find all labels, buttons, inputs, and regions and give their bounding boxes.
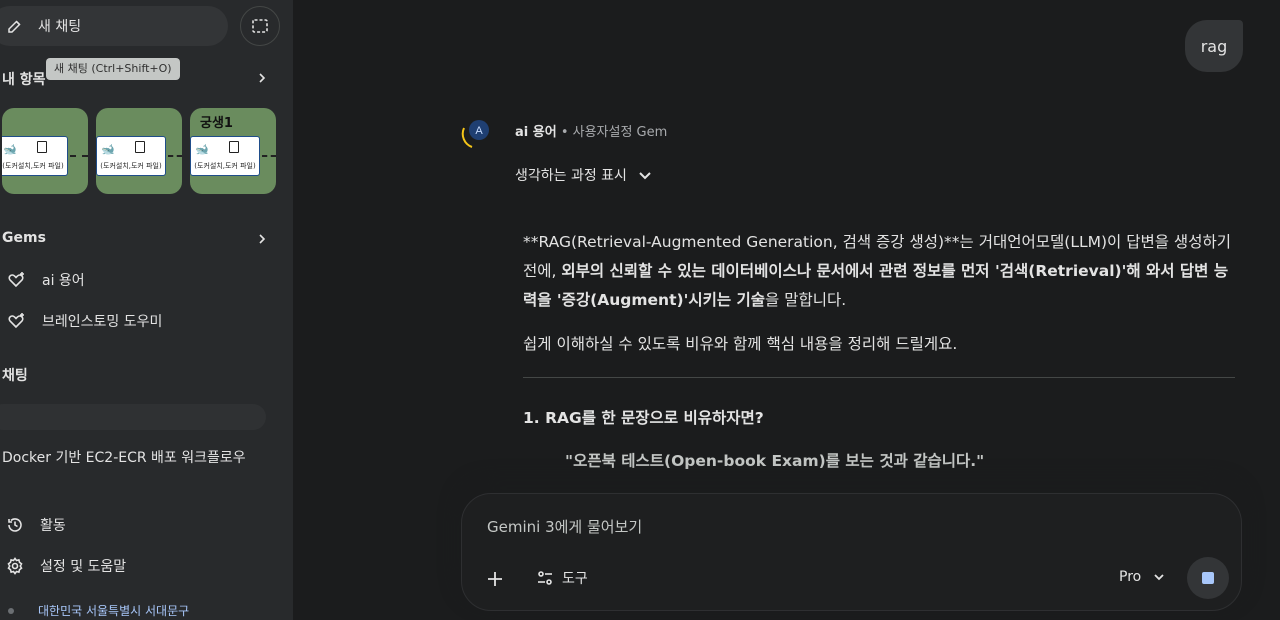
sidebar: 새 채팅 새 채팅 (Ctrl+Shift+O) 내 항목 🐋 (도커설치,도커… xyxy=(0,0,293,620)
document-icon xyxy=(37,141,47,153)
divider xyxy=(523,377,1235,378)
chevron-down-icon xyxy=(639,172,651,180)
my-item-thumbnail-1[interactable]: 🐋 (도커설치,도커 파일) xyxy=(2,108,88,194)
model-selector[interactable]: Pro xyxy=(1119,569,1165,585)
my-item-thumbnail-3[interactable]: 궁생1 🐋 (도커설치,도커 파일) xyxy=(190,108,276,194)
prompt-input-box[interactable]: Gemini 3에게 물어보기 도구 Pro xyxy=(461,493,1242,611)
stop-icon xyxy=(1202,572,1214,584)
card-text: (도커설치,도커 파일) xyxy=(194,162,256,170)
docker-whale-icon: 🐋 xyxy=(195,143,209,156)
edit-icon xyxy=(8,20,21,33)
new-chat-label: 새 채팅 xyxy=(38,19,82,35)
gem-item-ai-terms[interactable]: ai 용어 xyxy=(6,268,85,292)
user-message-bubble: rag xyxy=(1185,20,1243,72)
response-paragraph-2: 쉽게 이해하실 수 있도록 비유와 함께 핵심 내용을 정리해 드릴게요. xyxy=(523,335,958,353)
response-paragraph-1: **RAG(Retrieval-Augmented Generation, 검색… xyxy=(523,228,1238,315)
chevron-down-icon xyxy=(1154,574,1164,581)
temporary-chat-button[interactable] xyxy=(240,6,280,46)
location-text: 대한민국 서울특별시 서대문구 xyxy=(38,604,190,618)
diagram-card: 🐋 (도커설치,도커 파일) xyxy=(2,136,68,176)
chat-item[interactable]: Docker 기반 EC2-ECR 배포 워크플로우 xyxy=(2,447,246,467)
tools-label: 도구 xyxy=(562,571,588,587)
card-text: (도커설치,도커 파일) xyxy=(100,162,162,170)
dashed-square-icon xyxy=(252,19,268,33)
response-heading: 1. RAG를 한 문장으로 비유하자면? xyxy=(523,409,764,427)
show-thinking-toggle[interactable]: 생각하는 과정 표시 xyxy=(515,165,653,185)
tools-sliders-icon xyxy=(538,571,552,585)
card-text: (도커설치,도커 파일) xyxy=(2,162,64,170)
document-icon xyxy=(229,141,239,153)
avatar-letter: A xyxy=(475,125,483,137)
diagram-card: 🐋 (도커설치,도커 파일) xyxy=(190,136,260,176)
dashed-connector xyxy=(168,155,182,157)
stop-button[interactable] xyxy=(1187,557,1229,599)
gem-name-label: ai 용어 xyxy=(515,125,557,140)
my-item-thumbnail-2[interactable]: 🐋 (도커설치,도커 파일) xyxy=(96,108,182,194)
my-items-title: 내 항목 xyxy=(2,72,46,88)
docker-whale-icon: 🐋 xyxy=(101,143,115,156)
settings-item[interactable]: 설정 및 도움말 xyxy=(6,554,126,578)
new-chat-tooltip: 새 채팅 (Ctrl+Shift+O) xyxy=(46,58,180,80)
settings-label: 설정 및 도움말 xyxy=(40,559,127,575)
response-quote: "오픈북 테스트(Open-book Exam)를 보는 것과 같습니다." xyxy=(565,452,985,470)
thumbnail-title: 궁생1 xyxy=(200,116,233,131)
history-icon xyxy=(8,518,22,532)
document-icon xyxy=(135,141,145,153)
location[interactable]: 대한민국 서울특별시 서대문구 xyxy=(8,602,189,619)
plus-icon[interactable] xyxy=(486,570,504,588)
diagram-card: 🐋 (도커설치,도커 파일) xyxy=(96,136,166,176)
chat-item-loading[interactable] xyxy=(0,404,266,430)
chats-title: 채팅 xyxy=(2,368,28,384)
gem-label: 브레인스토밍 도우미 xyxy=(42,314,163,330)
gem-label: ai 용어 xyxy=(42,273,85,289)
gem-heart-sparkle-icon xyxy=(8,313,24,329)
chevron-right-icon[interactable] xyxy=(256,72,268,84)
user-message-text: rag xyxy=(1200,36,1228,56)
new-chat-button[interactable]: 새 채팅 xyxy=(0,6,228,46)
gem-name: ai 용어 • 사용자설정 Gem xyxy=(515,121,667,140)
p1-text-c: 을 말합니다. xyxy=(765,291,847,309)
thinking-label: 생각하는 과정 표시 xyxy=(515,168,627,184)
prompt-placeholder[interactable]: Gemini 3에게 물어보기 xyxy=(487,516,642,537)
model-label: Pro xyxy=(1119,569,1142,585)
gems-title: Gems xyxy=(2,230,46,246)
gem-heart-sparkle-icon xyxy=(8,272,24,288)
dashed-connector xyxy=(262,155,276,157)
tools-button[interactable]: 도구 xyxy=(536,568,588,588)
p1-text-bold: 외부의 신뢰할 수 있는 데이터베이스나 문서에서 관련 정보를 먼저 '검색(… xyxy=(523,262,1229,309)
activity-item[interactable]: 활동 xyxy=(6,513,66,537)
gem-name-suffix: • 사용자설정 Gem xyxy=(556,125,668,140)
gear-icon xyxy=(7,557,23,575)
activity-label: 활동 xyxy=(40,518,66,534)
location-dot-icon xyxy=(8,607,14,614)
dashed-connector xyxy=(70,155,88,157)
gem-avatar: A xyxy=(461,120,489,148)
gem-item-brainstorm[interactable]: 브레인스토밍 도우미 xyxy=(6,309,162,333)
docker-whale-icon: 🐋 xyxy=(3,143,17,156)
chevron-right-icon[interactable] xyxy=(256,233,268,245)
